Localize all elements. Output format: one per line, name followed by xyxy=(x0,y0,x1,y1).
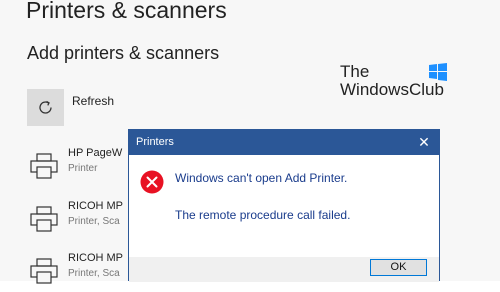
printer-icon xyxy=(30,153,58,179)
ok-button[interactable]: OK xyxy=(370,259,427,276)
refresh-button[interactable] xyxy=(27,89,64,126)
watermark-line1: The xyxy=(340,62,370,81)
refresh-icon xyxy=(39,100,52,114)
printer-icon xyxy=(30,258,58,284)
page-title: Printers & scanners xyxy=(26,0,227,23)
printer-status: Printer, Sca xyxy=(68,268,120,279)
dialog-title: Printers xyxy=(136,136,174,148)
dialog-body: Windows can't open Add Printer. The remo… xyxy=(129,155,439,257)
error-dialog: Printers ✕ Windows can't open Add Printe… xyxy=(128,129,440,282)
error-icon xyxy=(140,170,164,194)
refresh-label: Refresh xyxy=(72,94,115,108)
printer-name: HP PageW xyxy=(68,147,123,159)
printer-name: RICOH MP xyxy=(68,200,123,212)
printer-list-item[interactable]: RICOH MP Printer, Sca xyxy=(30,200,140,240)
watermark-line2: WindowsClub xyxy=(340,80,444,99)
printer-icon xyxy=(30,206,58,232)
windows-logo-icon xyxy=(429,63,447,81)
printer-status: Printer, Sca xyxy=(68,216,120,227)
error-message-secondary: The remote procedure call failed. xyxy=(175,208,351,222)
dialog-footer: OK xyxy=(129,257,439,282)
section-title: Add printers & scanners xyxy=(27,43,220,63)
printer-list-item[interactable]: RICOH MP Printer, Sca xyxy=(30,252,140,292)
close-icon[interactable]: ✕ xyxy=(415,133,433,151)
printer-name: RICOH MP xyxy=(68,252,123,264)
dialog-titlebar[interactable]: Printers ✕ xyxy=(129,130,439,155)
error-message-primary: Windows can't open Add Printer. xyxy=(175,171,348,185)
printer-list-item[interactable]: HP PageW Printer xyxy=(30,147,140,187)
printer-status: Printer xyxy=(68,163,98,174)
thewindowsclub-watermark: The WindowsClub xyxy=(340,62,450,102)
